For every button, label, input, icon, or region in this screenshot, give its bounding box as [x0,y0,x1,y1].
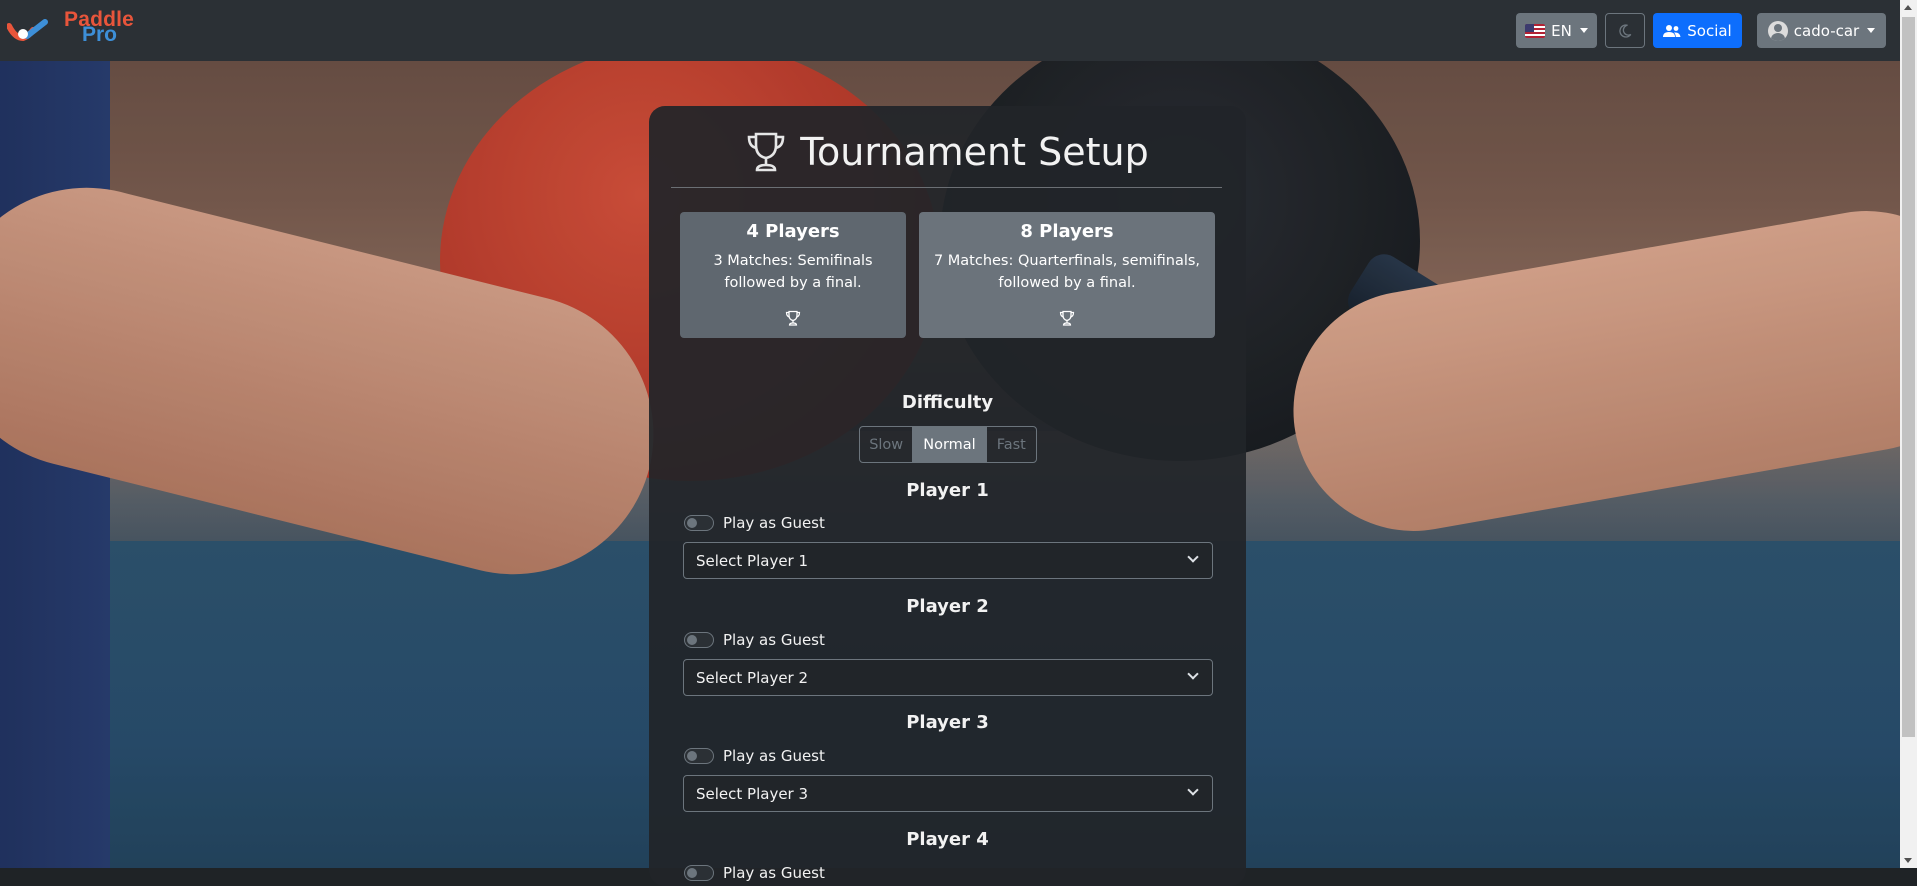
tournament-setup-card: Tournament Setup 4 Players 3 Matches: Se… [649,106,1246,886]
difficulty-slow-button[interactable]: Slow [860,427,914,462]
caret-down-icon [1579,28,1588,33]
player-2-guest-toggle-row: Play as Guest [684,630,825,650]
us-flag-icon [1525,23,1546,38]
brand[interactable]: Paddle Pro [7,8,147,54]
option-8-players[interactable]: 8 Players 7 Matches: Quarterfinals, semi… [919,212,1215,338]
page-title-text: Tournament Setup [800,130,1149,174]
player-2-select-value: Select Player 2 [696,668,809,687]
trophy-icon [747,132,785,172]
option-description: 3 Matches: Semifinals followed by a fina… [713,253,873,291]
user-menu-dropdown[interactable]: cado-car [1757,13,1886,48]
scroll-down-arrow-icon[interactable] [1904,858,1912,863]
page-scrollbar[interactable] [1900,0,1917,868]
guest-label: Play as Guest [723,631,825,649]
moon-icon [1619,23,1632,38]
social-button[interactable]: Social [1653,13,1742,48]
player-3-guest-switch[interactable] [684,748,714,764]
player-1-select-value: Select Player 1 [696,551,809,570]
player-2-guest-switch[interactable] [684,632,714,648]
player-4-heading: Player 4 [906,829,989,850]
paddle-pro-logo-icon [7,19,48,42]
trophy-icon [785,310,801,326]
difficulty-fast-button[interactable]: Fast [985,427,1036,462]
chevron-down-icon [1187,668,1199,680]
option-title: 4 Players [746,221,840,242]
brand-name-pro: Pro [82,23,118,46]
guest-label: Play as Guest [723,747,825,765]
player-4-guest-toggle-row: Play as Guest [684,863,825,883]
theme-toggle-button[interactable] [1605,13,1645,48]
option-title: 8 Players [1020,221,1114,242]
player-3-guest-toggle-row: Play as Guest [684,746,825,766]
user-avatar-icon [1767,20,1788,41]
trophy-icon [1059,310,1075,326]
title-divider [671,187,1222,188]
player-2-select[interactable]: Select Player 2 [683,659,1213,696]
scroll-up-arrow-icon[interactable] [1904,5,1912,10]
player-1-guest-toggle-row: Play as Guest [684,513,825,533]
option-4-players[interactable]: 4 Players 3 Matches: Semifinals followed… [680,212,906,338]
difficulty-normal-button[interactable]: Normal [913,427,986,462]
difficulty-heading: Difficulty [901,392,994,413]
player-2-heading: Player 2 [906,596,989,617]
username-label: cado-car [1793,21,1860,40]
social-label: Social [1687,21,1732,40]
language-label: EN [1551,21,1572,40]
player-1-heading: Player 1 [906,480,989,501]
player-1-select[interactable]: Select Player 1 [683,542,1213,579]
navbar: Paddle Pro EN Social cado-car [0,0,1900,61]
chevron-down-icon [1187,784,1199,796]
player-3-select[interactable]: Select Player 3 [683,775,1213,812]
page-title: Tournament Setup [649,130,1246,174]
caret-down-icon [1867,28,1876,33]
player-3-select-value: Select Player 3 [696,784,809,803]
player-1-guest-switch[interactable] [684,515,714,531]
difficulty-button-group: Slow Normal Fast [859,426,1037,463]
language-dropdown[interactable]: EN [1516,13,1597,48]
player-3-heading: Player 3 [906,712,989,733]
guest-label: Play as Guest [723,514,825,532]
guest-label: Play as Guest [723,864,825,882]
users-icon [1663,24,1681,37]
chevron-down-icon [1187,551,1199,563]
scroll-thumb[interactable] [1902,17,1915,737]
option-description: 7 Matches: Quarterfinals, semifinals, fo… [933,253,1201,291]
player-4-guest-switch[interactable] [684,865,714,881]
